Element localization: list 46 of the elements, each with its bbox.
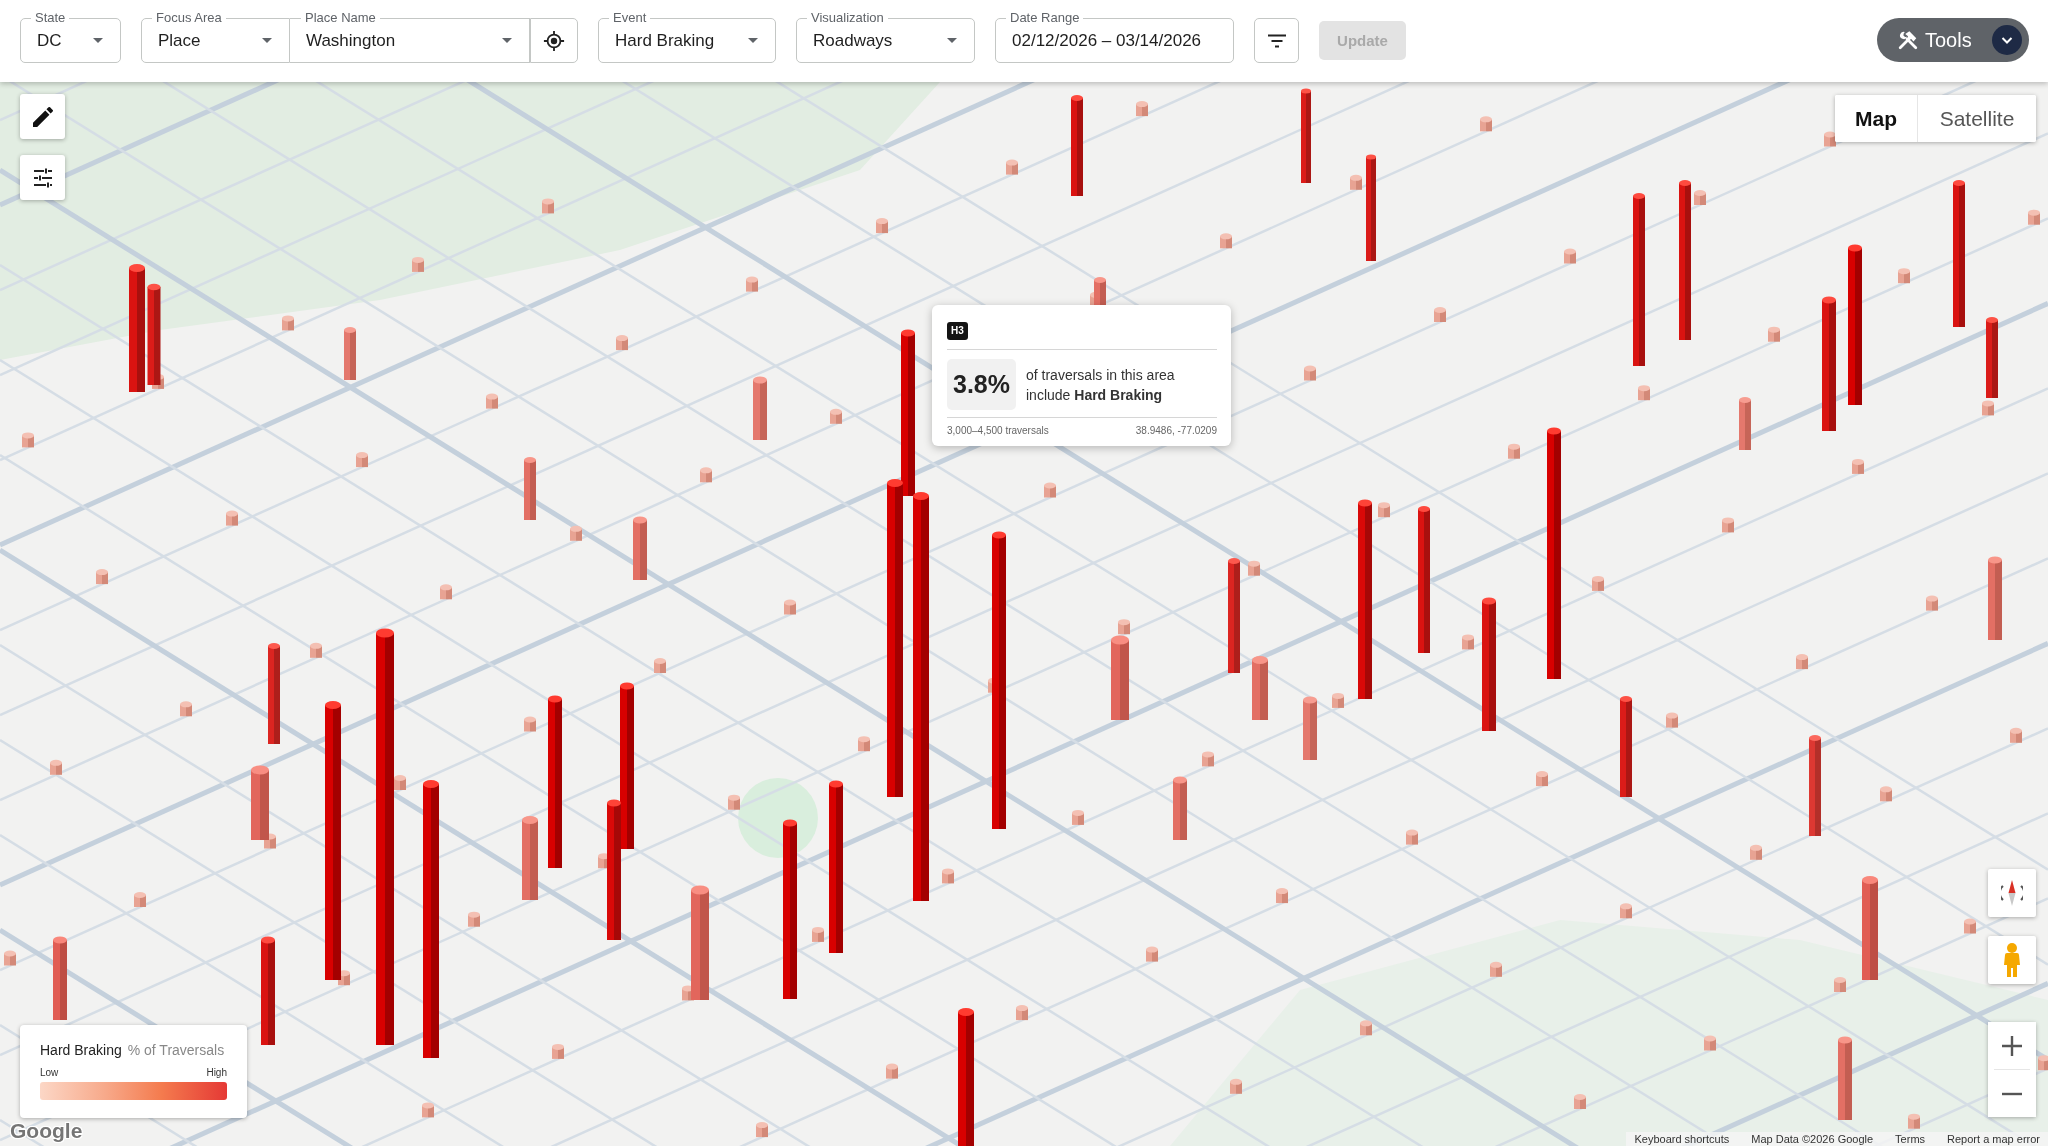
- locate-button[interactable]: [530, 18, 578, 63]
- legend-title: Hard Braking: [40, 1041, 122, 1059]
- person-icon: [2004, 943, 2020, 977]
- sliders-icon: [33, 167, 52, 188]
- data-column: [633, 516, 647, 580]
- tools-button[interactable]: Tools: [1877, 18, 2029, 62]
- map-type-tab[interactable]: Map: [1835, 95, 1917, 142]
- draw-button[interactable]: [20, 94, 65, 139]
- pencil-icon: [32, 106, 53, 127]
- dropdown-arrow-icon: [262, 38, 272, 43]
- data-column: [524, 457, 536, 520]
- dropdown-arrow-icon: [502, 38, 512, 43]
- map-data-text: Map Data ©2026 Google: [1751, 1132, 1874, 1146]
- index-badge: H3: [947, 322, 968, 340]
- percentage-value: 3.8%: [947, 359, 1016, 410]
- dropdown-arrow-icon: [947, 38, 957, 43]
- dropdown-arrow-icon: [93, 38, 103, 43]
- dropdown-arrow-icon: [748, 38, 758, 43]
- tools-icon: [1897, 29, 1919, 51]
- compass-icon: [2001, 880, 2023, 906]
- compass-button[interactable]: [1988, 869, 2036, 917]
- data-column: [344, 327, 356, 380]
- data-column: [1739, 397, 1751, 450]
- map-type-tab[interactable]: Satellite: [1917, 95, 2036, 142]
- report-error-link[interactable]: Report a map error: [1947, 1132, 2040, 1146]
- traversal-count: 3,000–4,500 traversals: [947, 424, 1049, 437]
- chevron-down-icon: [1992, 25, 2022, 55]
- data-column: [1252, 656, 1268, 720]
- data-column: [1303, 696, 1317, 760]
- zoom-in-button[interactable]: [1988, 1022, 2036, 1069]
- minus-icon: [2002, 1091, 2022, 1096]
- terms-link[interactable]: Terms: [1895, 1132, 1926, 1146]
- layer-settings-button[interactable]: [20, 155, 65, 200]
- data-column: [753, 376, 767, 440]
- high-label: High: [206, 1067, 227, 1079]
- low-label: Low: [40, 1067, 59, 1079]
- map-logo: Google: [10, 1119, 83, 1143]
- description-text: of traversals in this area include Hard Braking: [1026, 365, 1176, 405]
- crosshair-icon: [543, 29, 565, 52]
- keyboard-shortcuts-link[interactable]: Keyboard shortcuts: [1634, 1132, 1730, 1146]
- filter-button[interactable]: [1254, 18, 1299, 63]
- filter-icon: [1266, 33, 1287, 48]
- legend-unit: % of Traversals: [127, 1041, 225, 1059]
- plus-icon: [2002, 1035, 2022, 1056]
- coordinates-text: 38.9486, -77.0209: [1135, 424, 1217, 437]
- data-column: [1173, 776, 1187, 840]
